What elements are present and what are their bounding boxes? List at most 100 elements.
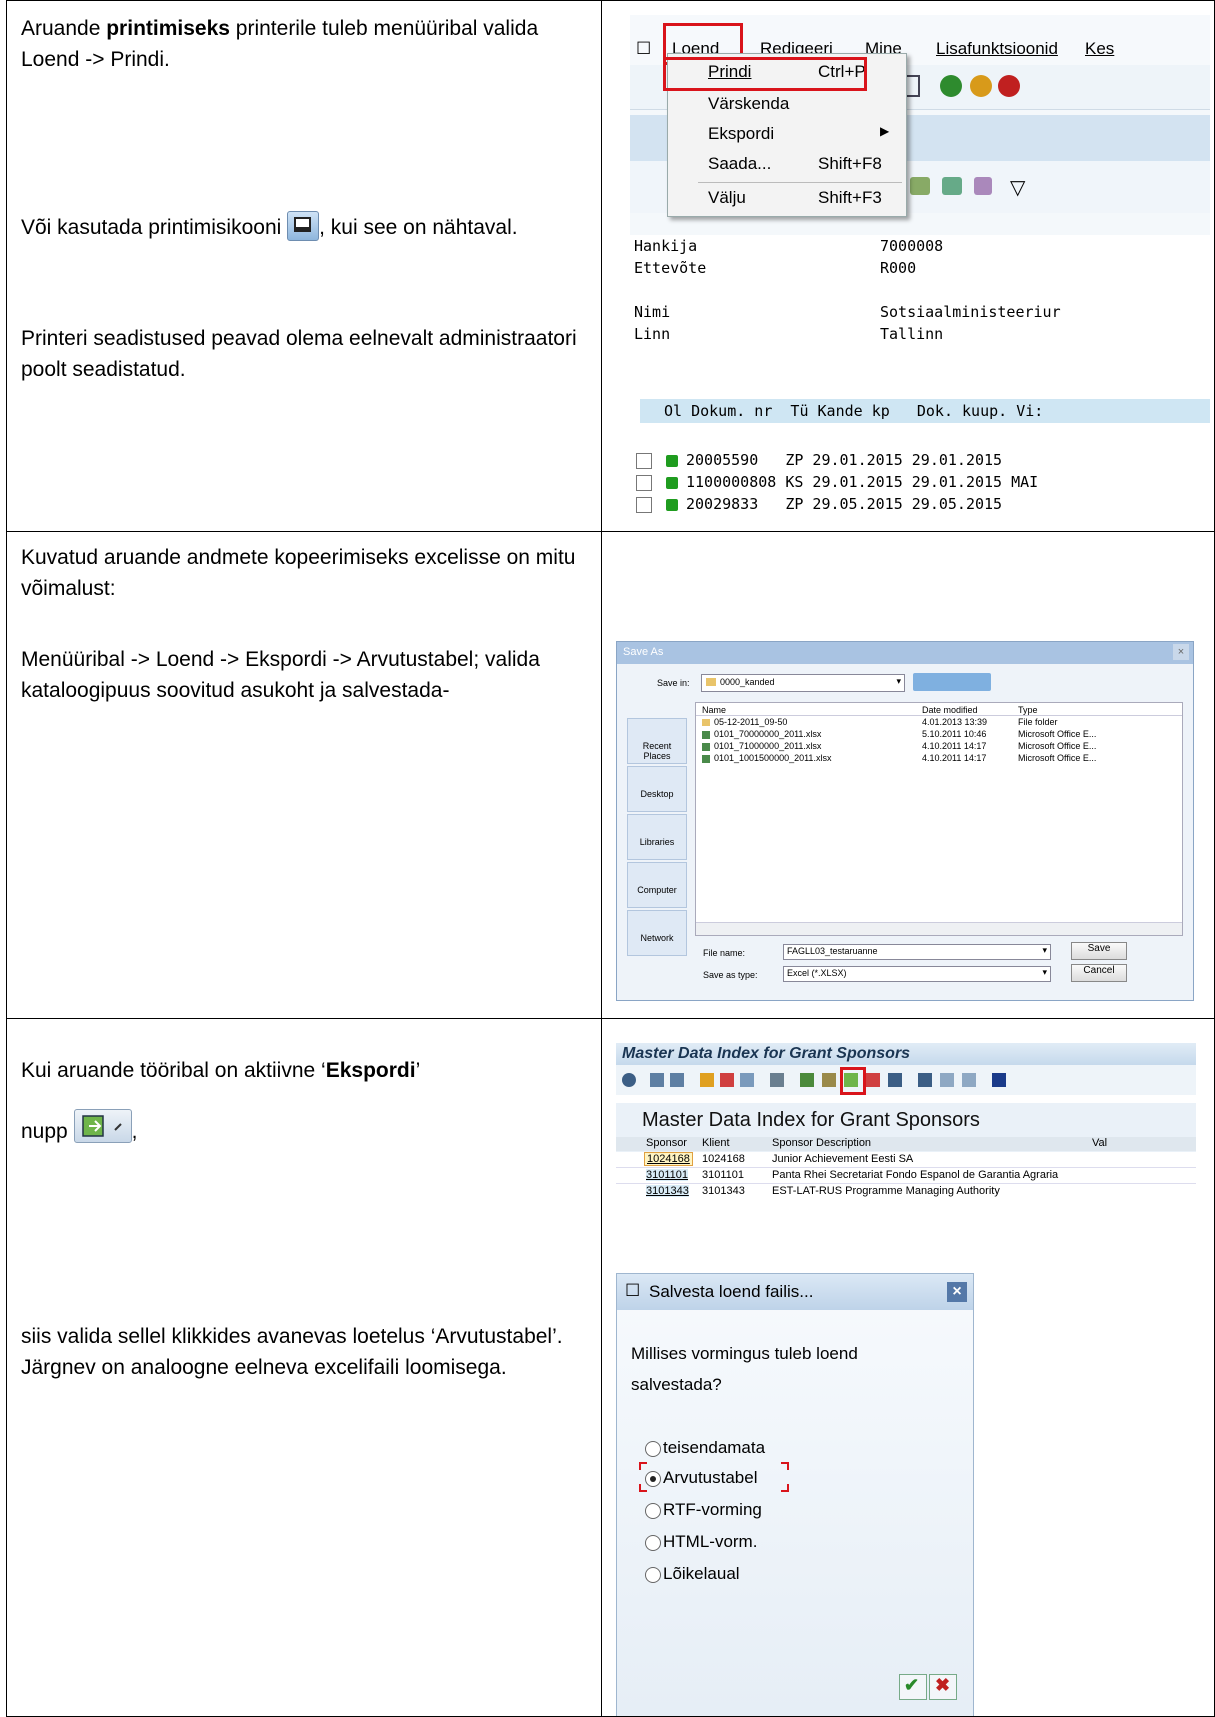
menu-lisafunktsioonid[interactable]: Lisafunktsioonid [936, 39, 1058, 59]
row2-text-cell: Kuvatud aruande andmete kopeerimiseks ex… [6, 531, 602, 1019]
row-checkbox[interactable] [636, 453, 652, 469]
col-val[interactable]: Val [1092, 1137, 1107, 1149]
master-grid-area: Master Data Index for Grant Sponsors Spo… [616, 1103, 1196, 1199]
toolbar-icon[interactable] [962, 1073, 976, 1087]
file-type: Microsoft Office E... [1018, 741, 1097, 751]
cancel-icon[interactable] [998, 75, 1020, 97]
file-name: 0101_71000000_2011.xlsx [714, 741, 822, 751]
list-row[interactable]: 20029833 ZP 29.05.2015 29.05.2015 [636, 495, 1206, 515]
field-label: Nimi [634, 303, 671, 321]
app-icon[interactable] [942, 177, 962, 195]
col-description[interactable]: Sponsor Description [772, 1137, 871, 1149]
chevron-down-icon[interactable]: ▾ [1042, 967, 1047, 978]
file-row[interactable]: 0101_70000000_2011.xlsx 5.10.2011 10:46 … [696, 729, 1182, 741]
dialog-title: Salvesta loend failis... [649, 1282, 814, 1301]
info-icon[interactable] [992, 1073, 1006, 1087]
toolbar-icon[interactable] [888, 1073, 902, 1087]
save-in-label: Save in: [657, 678, 690, 688]
file-date: 4.10.2011 14:17 [922, 753, 987, 763]
dropdown-item-varskenda[interactable]: Värskenda [668, 90, 906, 120]
table-row[interactable]: 3101101 3101101 Panta Rhei Secretariat F… [616, 1168, 1196, 1184]
radio-button[interactable] [645, 1441, 661, 1457]
back-icon[interactable] [940, 75, 962, 97]
row-checkbox[interactable] [636, 475, 652, 491]
list-row[interactable]: 1100000808 KS 29.01.2015 29.01.2015 MAI [636, 473, 1206, 493]
cancel-button[interactable]: ✖ [929, 1674, 957, 1700]
dropdown-label: Välju [708, 188, 746, 207]
text-run: Kui aruande tööribal on aktiivne ‘ [21, 1059, 326, 1082]
place-recent[interactable]: Recent Places [627, 718, 687, 764]
row-text: 20005590 ZP 29.01.2015 29.01.2015 [686, 451, 1003, 469]
cancel-button[interactable]: Cancel [1071, 964, 1127, 982]
save-in-select[interactable]: 0000_kanded ▾ [701, 674, 905, 692]
close-icon[interactable]: × [947, 1282, 967, 1302]
col-klient[interactable]: Klient [702, 1137, 730, 1149]
toolbar-icon[interactable] [740, 1073, 754, 1087]
file-row[interactable]: 0101_1001500000_2011.xlsx 4.10.2011 14:1… [696, 753, 1182, 765]
toolbar-icon[interactable] [720, 1073, 734, 1087]
nav-icons[interactable] [913, 673, 991, 691]
list-row[interactable]: 20005590 ZP 29.01.2015 29.01.2015 [636, 451, 1206, 471]
radio-label: HTML-vorm. [663, 1532, 758, 1551]
filter-icon[interactable]: ▽ [1010, 175, 1025, 200]
text-run: , kui see on nähtaval. [319, 216, 518, 239]
file-row[interactable]: 0101_71000000_2011.xlsx 4.10.2011 14:17 … [696, 741, 1182, 753]
app-icon[interactable] [910, 177, 930, 195]
place-desktop[interactable]: Desktop [627, 766, 687, 812]
klient-cell: 3101343 [702, 1185, 745, 1197]
sap-form: Hankija 7000008 Ettevõte R000 Nimi Sotsi… [630, 235, 1210, 355]
table-row[interactable]: 1024168 1024168 Junior Achievement Eesti… [616, 1152, 1196, 1168]
dropdown-item-ekspordi[interactable]: Ekspordi ▶ [668, 120, 906, 150]
toolbar-icon[interactable] [770, 1073, 784, 1087]
save-button[interactable]: Save [1071, 942, 1127, 960]
radio-button[interactable] [645, 1503, 661, 1519]
sponsor-link[interactable]: 1024168 [644, 1152, 693, 1166]
dropdown-item-valju[interactable]: Välju Shift+F3 [668, 184, 906, 214]
col-sponsor[interactable]: Sponsor [646, 1137, 687, 1149]
exit-icon[interactable] [970, 75, 992, 97]
toolbar-icon[interactable] [670, 1073, 684, 1087]
col-header-date[interactable]: Date modified [922, 705, 978, 715]
dropdown-label: Saada... [708, 154, 772, 173]
save-type-select[interactable]: Excel (*.XLSX) ▾ [783, 966, 1051, 982]
chevron-down-icon[interactable]: ▾ [1042, 945, 1047, 956]
toolbar-icon[interactable] [822, 1073, 836, 1087]
file-row[interactable]: 05-12-2011_09-50 4.01.2013 13:39 File fo… [696, 717, 1182, 729]
dropdown-shortcut: Shift+F3 [818, 188, 882, 207]
place-libraries[interactable]: Libraries [627, 814, 687, 860]
row-text: 1100000808 KS 29.01.2015 29.01.2015 MAI [686, 473, 1039, 491]
description-cell: EST-LAT-RUS Programme Managing Authority [772, 1185, 1000, 1197]
sponsor-link[interactable]: 3101343 [646, 1185, 689, 1197]
toolbar-icon[interactable] [918, 1073, 932, 1087]
text-run: ’ [415, 1059, 421, 1082]
field-label: Hankija [634, 237, 698, 255]
radio-button[interactable] [645, 1567, 661, 1583]
menu-icon[interactable]: ☐ [636, 39, 651, 59]
col-header-type[interactable]: Type [1018, 705, 1038, 715]
table-row[interactable]: 3101343 3101343 EST-LAT-RUS Programme Ma… [616, 1184, 1196, 1199]
col-header-name[interactable]: Name [702, 705, 726, 715]
toolbar-icon[interactable] [940, 1073, 954, 1087]
print-icon [287, 211, 320, 241]
sap-menu-screenshot: ☐ Loend Redigeeri Mine Lisafunktsioonid … [630, 15, 1210, 530]
file-name-input[interactable]: FAGLL03_testaruanne ▾ [783, 944, 1051, 960]
toolbar-icon[interactable] [800, 1073, 814, 1087]
confirm-button[interactable]: ✔ [899, 1674, 927, 1700]
file-name-label: File name: [703, 948, 746, 958]
toolbar-icon[interactable] [700, 1073, 714, 1087]
toolbar-icon[interactable] [650, 1073, 664, 1087]
radio-button[interactable] [645, 1535, 661, 1551]
place-network[interactable]: Network [627, 910, 687, 956]
menu-kes[interactable]: Kes [1085, 39, 1114, 59]
horizontal-scrollbar[interactable] [696, 922, 1182, 935]
toolbar-icon[interactable] [622, 1073, 636, 1087]
place-computer[interactable]: Computer [627, 862, 687, 908]
chevron-down-icon[interactable]: ▾ [896, 676, 901, 687]
toolbar-icon[interactable] [866, 1073, 880, 1087]
close-icon[interactable]: × [1173, 644, 1189, 660]
app-icon[interactable] [974, 177, 992, 195]
dropdown-item-saada[interactable]: Saada... Shift+F8 [668, 150, 906, 180]
sponsor-link[interactable]: 3101101 [646, 1169, 689, 1181]
row-checkbox[interactable] [636, 497, 652, 513]
field-label: Linn [634, 325, 671, 343]
